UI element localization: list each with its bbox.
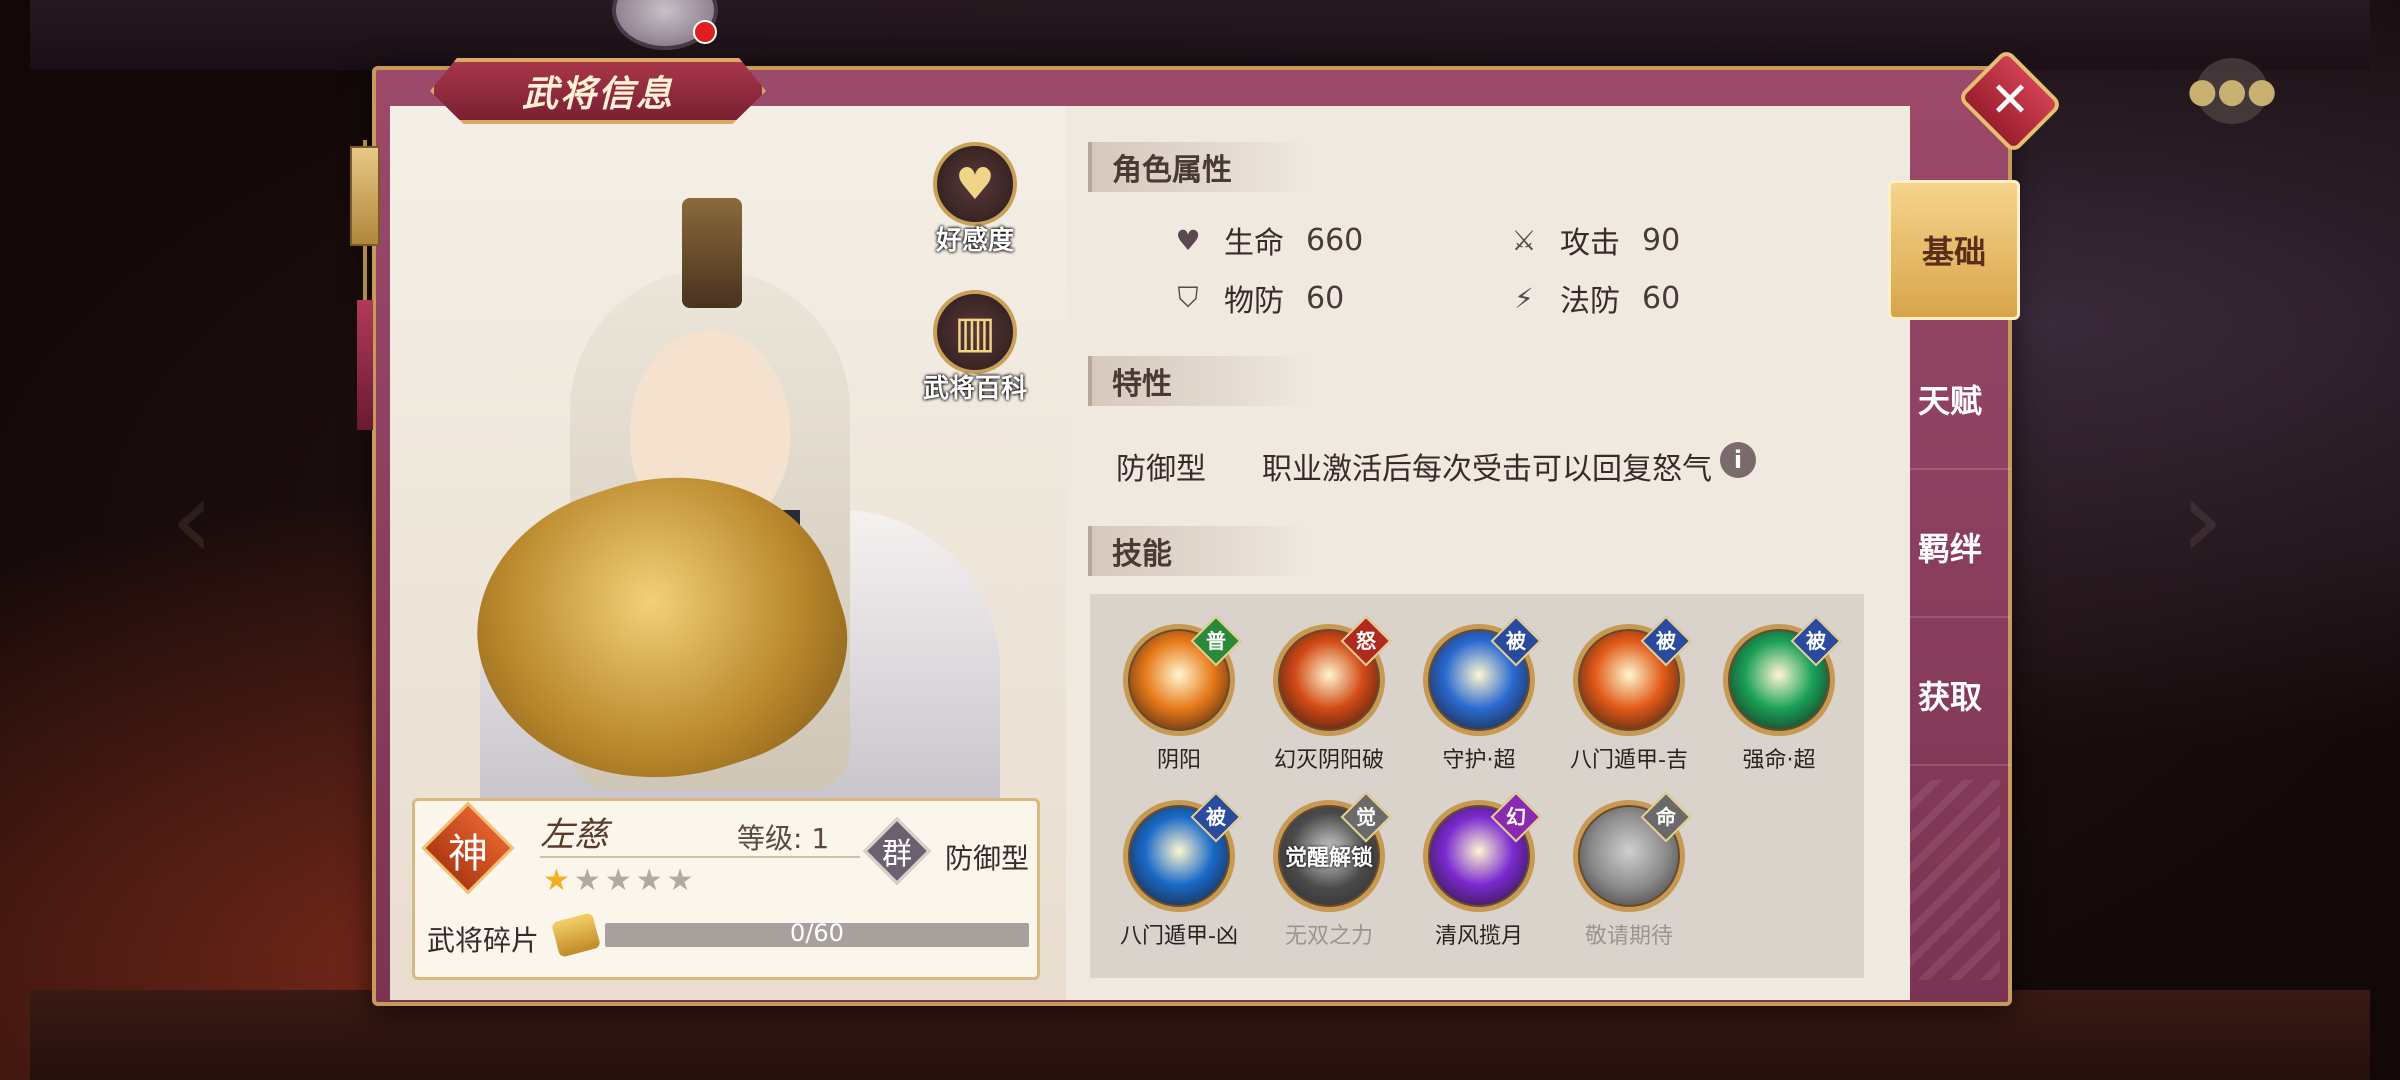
trait-heading: 特性 [1088, 356, 1308, 406]
star-icon: ★ [666, 863, 698, 898]
skill-item[interactable]: 被八门遁甲-吉 [1554, 615, 1704, 774]
skill-type-tag: 命 [1656, 804, 1676, 829]
star-icon: ★ [543, 863, 574, 898]
skill-type-tag: 被 [1206, 804, 1226, 829]
skill-name: 阴阳 [1156, 748, 1201, 773]
skill-lock-label: 觉醒解锁 [1284, 846, 1373, 871]
heart-icon: ♥ [1175, 223, 1201, 257]
tab-obtain[interactable]: 获取 [1890, 626, 2010, 766]
skill-name: 敬请期待 [1584, 924, 1673, 949]
skill-name: 清风揽月 [1434, 924, 1523, 949]
skill-item[interactable]: 觉觉醒解锁无双之力 [1254, 791, 1404, 950]
hero-card: 神 左慈 等级: 1 ★★★★★ 群 防御型 武将碎片 0/60 [412, 798, 1040, 980]
notification-dot [693, 20, 717, 44]
skill-item[interactable]: 被守护·超 [1404, 615, 1554, 774]
rank-label: 神 [448, 831, 488, 877]
skill-icon: 普 [1123, 615, 1242, 736]
stat-magic-defense: ⚡ 法防 60 [1506, 276, 1680, 320]
skill-name: 幻灭阴阳破 [1273, 748, 1384, 773]
skill-item[interactable]: 幻清风揽月 [1404, 791, 1554, 950]
skill-type-tag: 被 [1506, 628, 1526, 653]
prev-arrow-icon: ‹ [170, 455, 214, 583]
shield-icon: ⛉ [1177, 281, 1199, 314]
shards-progress-text: 0/60 [790, 919, 844, 947]
affinity-button[interactable]: ♥ 好感度 [920, 142, 1030, 257]
tab-bonds[interactable]: 羁绊 [1890, 478, 2010, 618]
skill-type-tag: 幻 [1506, 804, 1526, 829]
tab-basic[interactable]: 基础 [1888, 180, 2020, 320]
skill-icon: 被 [1723, 615, 1842, 736]
dialog-title: 武将信息 [430, 58, 766, 124]
skill-icon: 被 [1423, 615, 1542, 736]
skill-name: 守护·超 [1442, 748, 1516, 773]
stats-panel: 角色属性 ♥ 生命 660 ⚔ 攻击 90 ⛉ 物防 60 ⚡ 法防 60 特性… [1088, 130, 1876, 980]
divider [540, 856, 860, 858]
encyclopedia-button[interactable]: ▥ 武将百科 [920, 290, 1030, 405]
shard-icon [551, 912, 601, 958]
trait-type: 防御型 [1116, 452, 1206, 487]
skill-name: 强命·超 [1742, 748, 1816, 773]
chat-bubble-icon[interactable]: ●●● [2188, 58, 2277, 124]
skill-type-tag: 怒 [1356, 628, 1376, 653]
skills-heading: 技能 [1088, 526, 1308, 576]
star-icon: ★ [604, 863, 636, 898]
attributes-heading: 角色属性 [1088, 142, 1308, 192]
tab-bar: 基础 天赋 羁绊 获取 [1888, 104, 2020, 994]
faction-label: 群 [882, 837, 912, 872]
skill-name: 无双之力 [1284, 924, 1373, 949]
hero-portrait [420, 180, 1040, 829]
skill-icon: 怒 [1273, 615, 1392, 736]
encyclopedia-label: 武将百科 [922, 374, 1027, 404]
book-icon: ▥ [933, 290, 1017, 374]
lantern-decoration [350, 140, 380, 430]
skill-type-tag: 被 [1806, 628, 1826, 653]
lightning-shield-icon: ⚡ [1514, 281, 1534, 315]
hero-level: 等级: 1 [737, 822, 830, 855]
sword-icon: ⚔ [1511, 223, 1537, 257]
star-rating: ★★★★★ [543, 863, 698, 898]
stat-attack: ⚔ 攻击 90 [1506, 218, 1680, 262]
next-arrow-icon: › [2180, 455, 2224, 583]
skills-grid: 普阴阳怒幻灭阴阳破被守护·超被八门遁甲-吉被强命·超被八门遁甲-凶觉觉醒解锁 无双… [1090, 594, 1864, 978]
info-icon[interactable]: i [1720, 442, 1756, 478]
skill-name: 八门遁甲-凶 [1120, 924, 1238, 949]
stat-hp: ♥ 生命 660 [1170, 218, 1363, 262]
shards-label: 武将碎片 [427, 924, 540, 957]
background-top-bar [30, 0, 2370, 70]
skill-icon: 被 [1573, 615, 1692, 736]
trait-description: 职业激活后每次受击可以回复怒气 [1262, 452, 1712, 487]
skill-item[interactable]: 被强命·超 [1704, 615, 1854, 774]
tab-talent[interactable]: 天赋 [1890, 330, 2010, 470]
hero-role: 防御型 [945, 842, 1030, 875]
skill-icon: 幻 [1423, 791, 1542, 912]
star-icon: ★ [635, 863, 667, 898]
skill-item[interactable]: 怒幻灭阴阳破 [1254, 615, 1404, 774]
skill-icon: 觉觉醒解锁 [1273, 791, 1392, 912]
skill-item[interactable]: 被八门遁甲-凶 [1104, 791, 1254, 950]
skill-item[interactable]: 普阴阳 [1104, 615, 1254, 774]
heart-icon: ♥ [933, 142, 1017, 226]
star-icon: ★ [573, 863, 605, 898]
skill-type-tag: 普 [1206, 628, 1226, 653]
skill-item[interactable]: 命敬请期待 [1554, 791, 1704, 950]
stat-physical-defense: ⛉ 物防 60 [1170, 276, 1344, 320]
skill-name: 八门遁甲-吉 [1570, 748, 1688, 773]
skill-type-tag: 被 [1656, 628, 1676, 653]
hero-name: 左慈 [540, 815, 608, 855]
skill-icon: 命 [1573, 791, 1692, 912]
affinity-label: 好感度 [935, 226, 1014, 256]
skill-icon: 被 [1123, 791, 1242, 912]
